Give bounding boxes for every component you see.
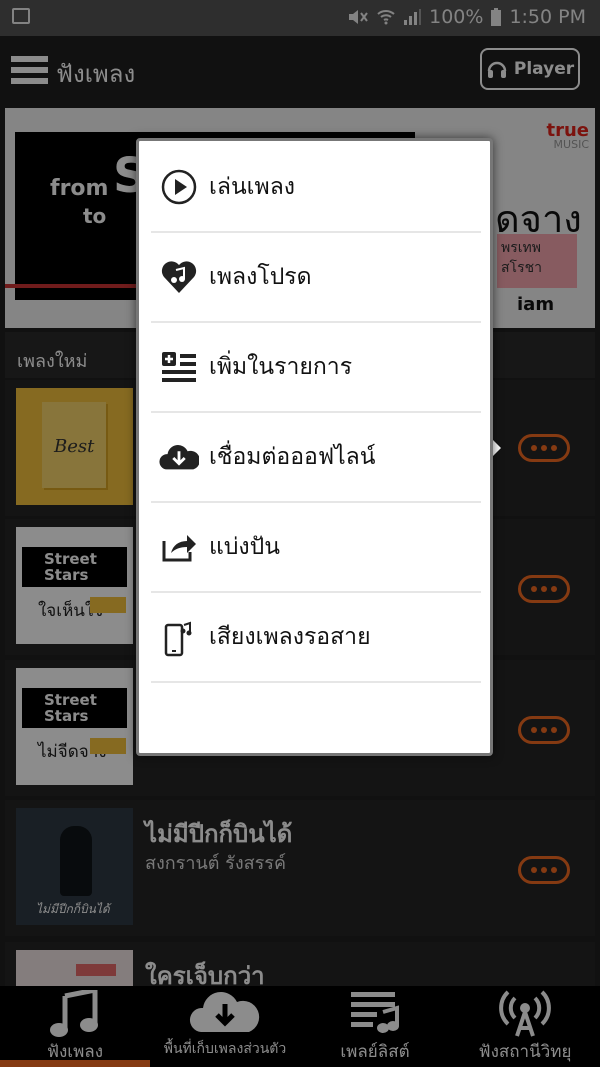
ringback-phone-icon xyxy=(164,621,192,657)
play-circle-icon xyxy=(161,169,197,205)
menu-item-share[interactable]: แบ่งปัน xyxy=(151,503,481,593)
menu-item-add-to-list[interactable]: เพิ่มในรายการ xyxy=(151,323,481,413)
heart-music-icon xyxy=(161,261,197,293)
menu-item-offline[interactable]: เชื่อมต่อออฟไลน์ xyxy=(151,413,481,503)
menu-item-ringback[interactable]: เสียงเพลงรอสาย xyxy=(151,593,481,683)
menu-item-play[interactable]: เล่นเพลง xyxy=(151,143,481,233)
share-icon xyxy=(162,535,196,562)
song-context-menu: เล่นเพลง เพลงโปรด เพิ่มในรายการ เชื่อมต่… xyxy=(136,138,493,756)
cloud-download-icon xyxy=(159,444,199,470)
add-to-list-icon xyxy=(162,352,196,382)
menu-caret xyxy=(493,440,501,456)
menu-item-favorite[interactable]: เพลงโปรด xyxy=(151,233,481,323)
